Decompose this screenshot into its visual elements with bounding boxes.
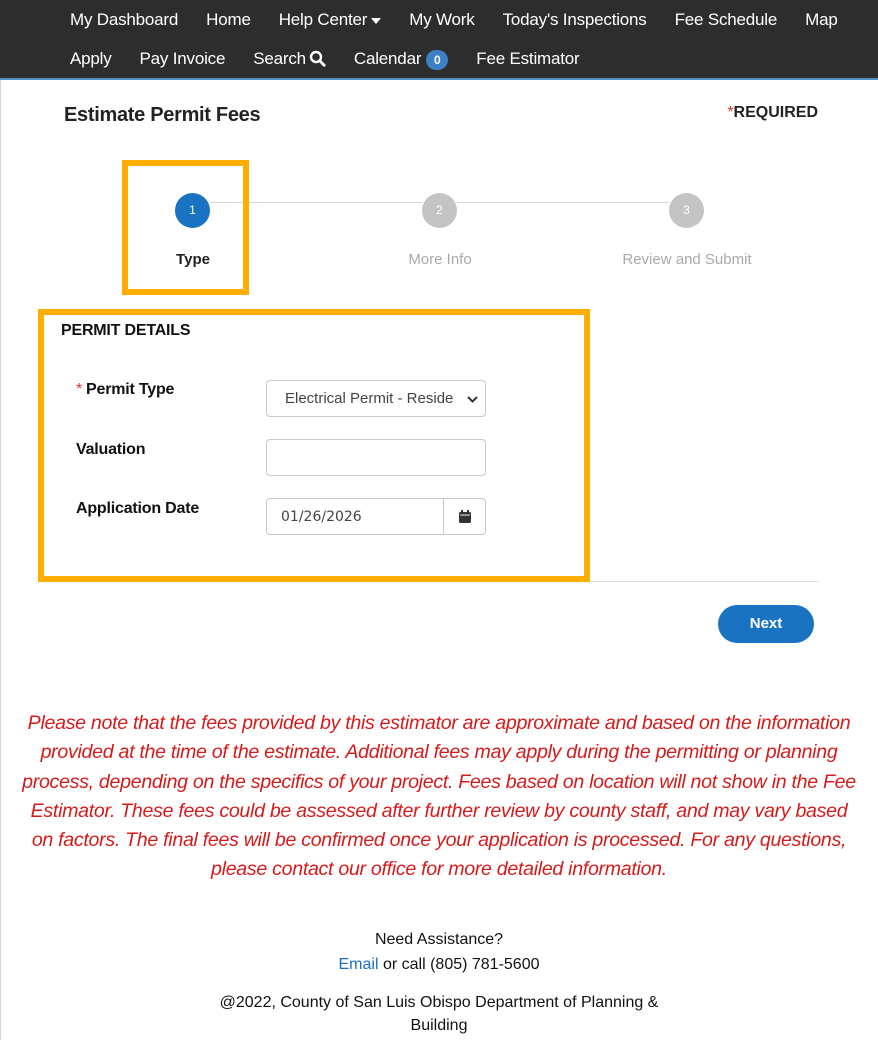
permit-details-highlight-box <box>38 309 590 582</box>
nav-label: My Dashboard <box>70 9 179 29</box>
required-label: REQUIRED <box>733 104 818 121</box>
disclaimer-line: process, depending on the specifics of y… <box>22 770 856 793</box>
nav-label: Help Center <box>278 9 368 29</box>
nav-label: Search <box>253 48 306 68</box>
nav-fee-schedule[interactable]: Fee Schedule <box>675 10 778 30</box>
nav-search[interactable]: Search <box>253 49 326 69</box>
nav-map[interactable]: Map <box>805 9 838 30</box>
left-border <box>0 80 1 1040</box>
nav-label: Today's Inspections <box>502 9 647 29</box>
step-2-indicator: 2 <box>422 193 457 228</box>
required-indicator: *REQUIRED <box>727 104 818 122</box>
copyright: @2022, County of San Luis Obispo Departm… <box>0 991 878 1037</box>
nav-row-secondary: Apply Pay Invoice Search Calendar 0 Fee E… <box>70 39 608 78</box>
nav-pay-invoice[interactable]: Pay Invoice <box>140 49 226 69</box>
nav-fee-estimator[interactable]: Fee Estimator <box>476 49 579 69</box>
stepper-connector <box>457 202 669 203</box>
nav-calendar[interactable]: Calendar 0 <box>353 47 449 70</box>
nav-label: Apply <box>70 48 112 68</box>
nav-row-primary: My Dashboard Home Help Center My Work To… <box>70 0 866 39</box>
nav-label: Calendar <box>353 48 422 68</box>
nav-label: Home <box>206 9 251 29</box>
top-navigation: My Dashboard Home Help Center My Work To… <box>0 0 878 80</box>
nav-todays-inspections[interactable]: Today's Inspections <box>503 10 647 30</box>
step-highlight-box <box>122 160 249 295</box>
copyright-line: Building <box>410 1017 468 1034</box>
form-divider <box>590 581 819 582</box>
caret-down-icon <box>371 17 382 24</box>
next-button[interactable]: Next <box>718 605 814 643</box>
nav-my-work[interactable]: My Work <box>409 9 475 30</box>
disclaimer-line: provided at the time of the estimate. Ad… <box>40 741 838 764</box>
nav-apply[interactable]: Apply <box>70 49 112 69</box>
nav-label: Map <box>805 9 838 29</box>
disclaimer-line: Please note that the fees provided by th… <box>27 712 851 734</box>
contact-line: Email or call (805) 781-5600 <box>0 956 878 974</box>
phone-text: or call (805) 781-5600 <box>378 956 540 973</box>
step-3-indicator: 3 <box>669 193 704 228</box>
copyright-line: @2022, County of San Luis Obispo Departm… <box>219 994 659 1011</box>
nav-help-center[interactable]: Help Center <box>279 10 382 30</box>
search-icon <box>309 50 326 67</box>
email-link[interactable]: Email <box>339 956 379 973</box>
disclaimer-line: Estimator. These fees could be assessed … <box>30 799 848 822</box>
disclaimer-line: please contact our office for more detai… <box>211 858 667 881</box>
nav-label: Fee Schedule <box>674 9 778 29</box>
calendar-count-badge: 0 <box>426 50 449 70</box>
nav-my-dashboard[interactable]: My Dashboard <box>70 10 178 30</box>
step-2-label: More Info <box>408 251 472 268</box>
fee-disclaimer: Please note that the fees provided by th… <box>0 709 878 885</box>
page-title: Estimate Permit Fees <box>64 104 261 126</box>
nav-label: Pay Invoice <box>139 48 226 68</box>
nav-home[interactable]: Home <box>206 10 251 30</box>
nav-label: Fee Estimator <box>476 48 580 68</box>
step-3-label: Review and Submit <box>622 251 752 268</box>
nav-label: My Work <box>409 9 475 29</box>
need-assistance: Need Assistance? <box>374 931 504 948</box>
disclaimer-line: on factors. The final fees will be confi… <box>31 829 847 852</box>
